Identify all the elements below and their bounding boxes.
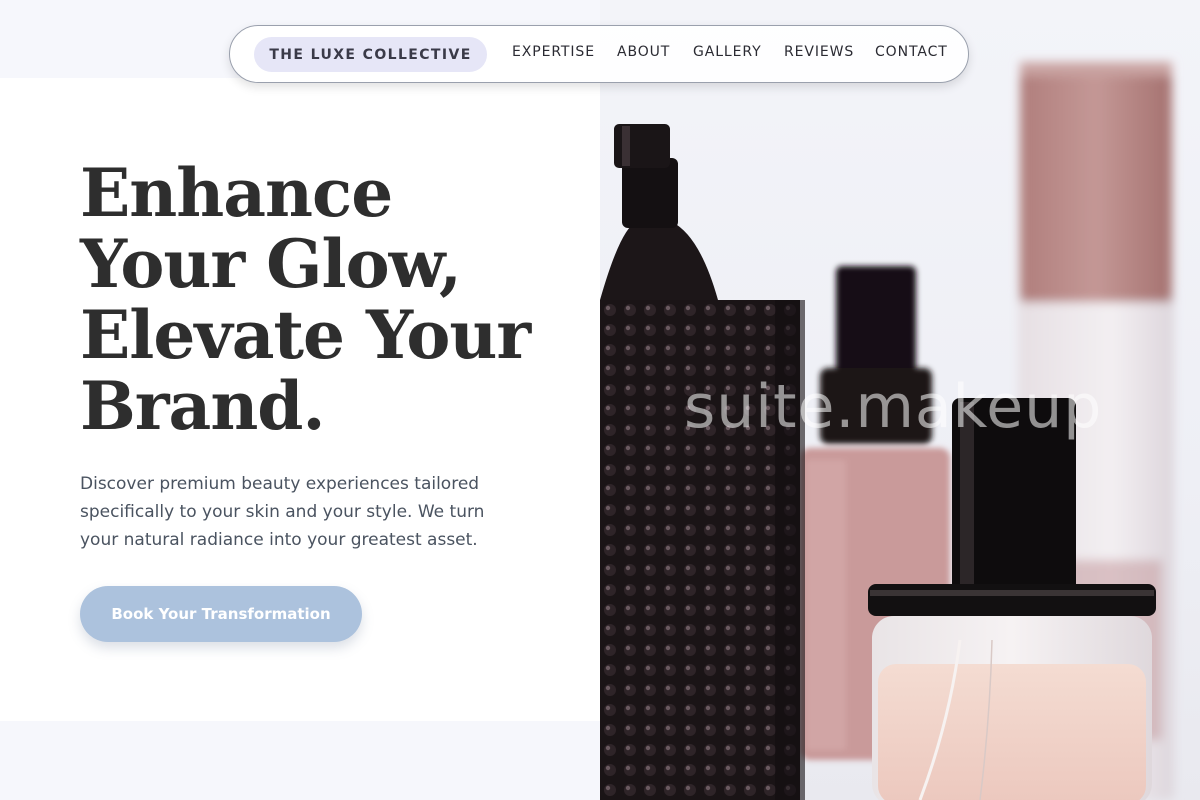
headline-line: Brand. — [80, 367, 325, 445]
headline-line: Enhance — [80, 154, 393, 232]
top-navigation: THE LUXE COLLECTIVE EXPERTISE ABOUT GALL… — [229, 25, 969, 83]
studded-bottle — [600, 124, 805, 800]
book-transformation-button[interactable]: Book Your Transformation — [80, 586, 362, 642]
watermark-text: suite.makeup — [684, 372, 1103, 442]
hero-headline: Enhance Your Glow, Elevate Your Brand. — [80, 158, 580, 442]
headline-line: Your Glow, — [80, 225, 462, 303]
nav-link-gallery[interactable]: GALLERY — [693, 44, 762, 60]
nav-link-reviews[interactable]: REVIEWS — [784, 44, 854, 60]
nav-link-contact[interactable]: CONTACT — [875, 44, 948, 60]
nav-link-about[interactable]: ABOUT — [617, 44, 670, 60]
headline-line: Elevate Your — [80, 296, 531, 374]
nav-link-expertise[interactable]: EXPERTISE — [512, 44, 595, 60]
brand-logo[interactable]: THE LUXE COLLECTIVE — [254, 37, 487, 72]
hero-description: Discover premium beauty experiences tail… — [80, 474, 485, 550]
hero-image: suite.makeup — [600, 0, 1200, 800]
